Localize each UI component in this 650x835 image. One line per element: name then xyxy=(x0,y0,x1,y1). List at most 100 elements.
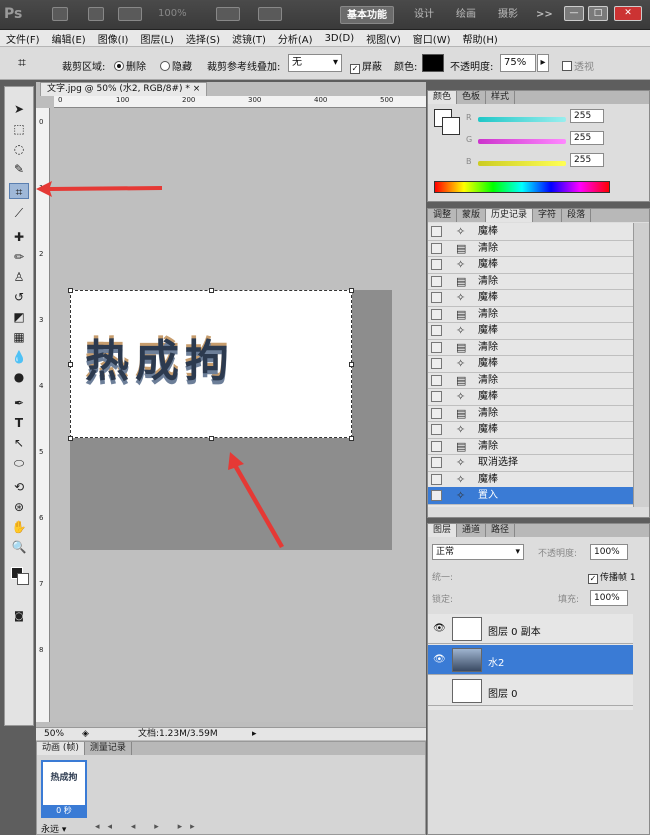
playback-controls[interactable]: ◂◂ ◂ ▸ ▸▸ xyxy=(95,822,203,832)
propagate-checkbox[interactable]: ✓ 传播帧 1 xyxy=(588,570,636,584)
history-item[interactable]: ▤ 清除 xyxy=(428,339,633,356)
zoom-level[interactable]: 100% xyxy=(158,8,187,19)
screen-mode-icon[interactable] xyxy=(258,7,282,21)
workspace-essentials-button[interactable]: 基本功能 xyxy=(340,6,394,24)
view-extras-icon[interactable] xyxy=(118,7,142,21)
blue-slider[interactable] xyxy=(478,161,566,166)
workspace-photography-button[interactable]: 摄影 xyxy=(492,6,524,24)
history-item[interactable]: ✧ 魔棒 xyxy=(428,471,633,488)
gradient-tool-icon[interactable]: ▦ xyxy=(9,329,29,345)
tab-channels[interactable]: 通道 xyxy=(457,524,487,537)
green-value[interactable]: 255 xyxy=(570,131,604,145)
history-snapshot-checkbox[interactable] xyxy=(431,424,442,435)
red-slider[interactable] xyxy=(478,117,566,122)
shape-tool-icon[interactable]: ⬭ xyxy=(9,455,29,471)
history-item[interactable]: ▤ 清除 xyxy=(428,273,633,290)
visibility-eye-icon[interactable]: 👁 xyxy=(433,654,446,665)
perspective-checkbox[interactable]: 透视 xyxy=(562,58,594,73)
color-spectrum[interactable] xyxy=(434,181,610,193)
status-zoom[interactable]: 50% xyxy=(44,728,64,740)
menu-image[interactable]: 图像(I) xyxy=(92,31,135,46)
history-snapshot-checkbox[interactable] xyxy=(431,490,442,501)
history-snapshot-checkbox[interactable] xyxy=(431,440,442,452)
tab-close-icon[interactable]: × xyxy=(193,84,201,94)
history-item[interactable]: ✧ 魔棒 xyxy=(428,322,633,340)
tab-masks[interactable]: 蒙版 xyxy=(457,209,487,222)
crop-handle-nw[interactable] xyxy=(68,288,73,293)
quick-select-tool-icon[interactable]: ✎ xyxy=(9,161,29,177)
menu-window[interactable]: 窗口(W) xyxy=(407,31,457,46)
tab-animation[interactable]: 动画 (帧) xyxy=(37,742,85,755)
eyedropper-tool-icon[interactable]: ⟋ xyxy=(9,205,29,221)
history-item[interactable]: ▤ 清除 xyxy=(428,306,633,323)
menu-file[interactable]: 文件(F) xyxy=(0,31,46,46)
layer-row[interactable]: 👁 图层 0 副本 xyxy=(428,614,633,644)
tab-layers[interactable]: 图层 xyxy=(428,524,458,537)
frame-delay[interactable]: 0 秒 xyxy=(43,805,85,816)
history-snapshot-checkbox[interactable] xyxy=(431,275,442,287)
workspace-painting-button[interactable]: 绘画 xyxy=(450,6,482,24)
history-scrollbar[interactable] xyxy=(633,223,649,507)
shield-checkbox[interactable]: ✓ 屏蔽 xyxy=(350,58,382,74)
tab-adjustments[interactable]: 调整 xyxy=(428,209,458,222)
tab-paths[interactable]: 路径 xyxy=(486,524,516,537)
history-snapshot-checkbox[interactable] xyxy=(431,325,442,336)
tab-color[interactable]: 颜色 xyxy=(428,91,458,104)
restore-button[interactable]: □ xyxy=(588,6,608,21)
dodge-tool-icon[interactable]: ● xyxy=(9,369,29,385)
history-item[interactable]: ✧ 魔棒 xyxy=(428,388,633,406)
tab-swatches[interactable]: 色板 xyxy=(457,91,487,104)
crop-handle-s[interactable] xyxy=(209,436,214,441)
crop-handle-se[interactable] xyxy=(349,436,354,441)
menu-select[interactable]: 选择(S) xyxy=(180,31,226,46)
crop-handle-ne[interactable] xyxy=(349,288,354,293)
3d-orbit-icon[interactable]: ⊛ xyxy=(9,499,29,515)
history-snapshot-checkbox[interactable] xyxy=(431,259,442,270)
history-snapshot-checkbox[interactable] xyxy=(431,341,442,353)
history-brush-icon[interactable]: ↺ xyxy=(9,289,29,305)
tab-paragraph[interactable]: 段落 xyxy=(562,209,592,222)
crop-tool-preset-icon[interactable]: ⌗ xyxy=(18,55,26,71)
fill-input[interactable]: 100% xyxy=(590,590,628,606)
history-snapshot-checkbox[interactable] xyxy=(431,374,442,386)
minimize-button[interactable]: — xyxy=(564,6,584,21)
layer-row[interactable]: 👁 水2 xyxy=(428,645,633,675)
move-tool-icon[interactable]: ➤ xyxy=(9,101,29,117)
crop-handle-w[interactable] xyxy=(68,362,73,367)
lasso-tool-icon[interactable]: ◌ xyxy=(9,141,29,157)
layer-row[interactable]: 图层 0 xyxy=(428,676,633,706)
history-item[interactable]: ✧ 魔棒 xyxy=(428,256,633,274)
opacity-dropdown-icon[interactable]: ▸ xyxy=(537,54,549,72)
history-item[interactable]: ▤ 清除 xyxy=(428,405,633,422)
blur-tool-icon[interactable]: 💧 xyxy=(9,349,29,365)
menu-view[interactable]: 视图(V) xyxy=(360,31,407,46)
animation-frame[interactable]: 热成拘 0 秒 xyxy=(41,760,87,818)
workspace-more-button[interactable]: >> xyxy=(530,6,559,24)
menu-analysis[interactable]: 分析(A) xyxy=(272,31,319,46)
history-item[interactable]: ✧ 魔棒 xyxy=(428,421,633,439)
delete-radio[interactable]: 删除 xyxy=(114,58,146,73)
workspace-design-button[interactable]: 设计 xyxy=(408,6,440,24)
overlay-select[interactable]: 无 ▾ xyxy=(288,54,342,72)
type-tool-icon[interactable]: T xyxy=(9,415,29,431)
healing-brush-icon[interactable]: ✚ xyxy=(9,229,29,245)
history-snapshot-checkbox[interactable] xyxy=(431,358,442,369)
history-item[interactable]: ✧ 魔棒 xyxy=(428,355,633,373)
zoom-tool-icon[interactable]: 🔍 xyxy=(9,539,29,555)
history-snapshot-checkbox[interactable] xyxy=(431,242,442,254)
history-snapshot-checkbox[interactable] xyxy=(431,473,442,485)
bridge-icon[interactable] xyxy=(52,7,68,21)
3d-rotate-icon[interactable]: ⟲ xyxy=(9,479,29,495)
history-snapshot-checkbox[interactable] xyxy=(431,391,442,402)
visibility-eye-icon[interactable]: 👁 xyxy=(433,623,446,634)
tab-character[interactable]: 字符 xyxy=(533,209,563,222)
menu-help[interactable]: 帮助(H) xyxy=(457,31,504,46)
shield-color-swatch[interactable] xyxy=(422,54,444,72)
history-item[interactable]: ✧ 取消选择 xyxy=(428,454,633,472)
red-value[interactable]: 255 xyxy=(570,109,604,123)
menu-3d[interactable]: 3D(D) xyxy=(319,33,361,44)
marquee-tool-icon[interactable]: ⬚ xyxy=(9,121,29,137)
history-snapshot-checkbox[interactable] xyxy=(431,457,442,468)
mini-bridge-icon[interactable] xyxy=(88,7,104,21)
blend-mode-select[interactable]: 正常 ▾ xyxy=(432,544,524,560)
